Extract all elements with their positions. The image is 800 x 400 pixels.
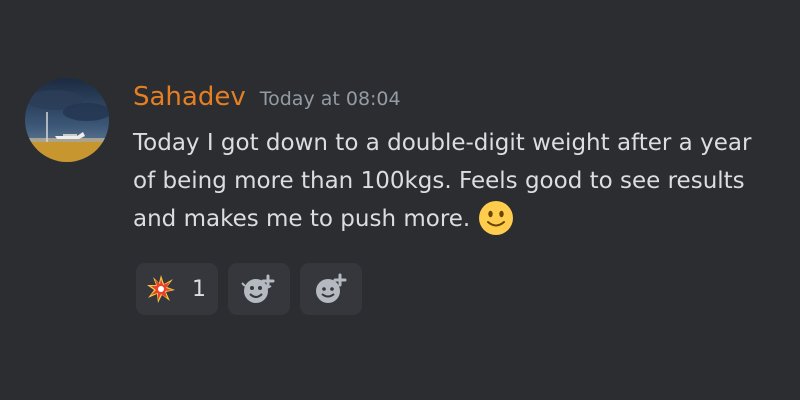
chat-message: Sahadev Today at 08:04 Today I got down …: [0, 0, 800, 400]
message-header: Sahadev Today at 08:04: [133, 82, 401, 122]
add-reaction-button[interactable]: [228, 263, 290, 315]
add-super-reaction-button[interactable]: [300, 263, 362, 315]
collision-icon: [146, 274, 176, 304]
avatar[interactable]: [25, 78, 109, 162]
reaction-count: 1: [192, 276, 206, 302]
slightly-smiling-face-icon: [478, 200, 514, 248]
add-super-reaction-icon: [313, 272, 349, 306]
add-reaction-icon: [241, 272, 277, 306]
reactions-bar: 1: [136, 263, 362, 315]
message-content: Today I got down to a double-digit weigh…: [133, 124, 773, 248]
reaction-collision[interactable]: 1: [136, 263, 218, 315]
username[interactable]: Sahadev: [133, 82, 246, 112]
timestamp[interactable]: Today at 08:04: [260, 88, 401, 110]
message-text: Today I got down to a double-digit weigh…: [133, 130, 752, 232]
